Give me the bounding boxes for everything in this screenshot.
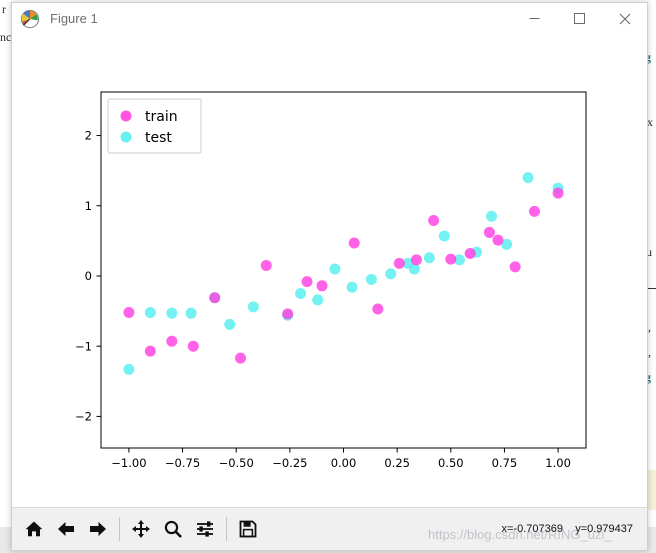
coordinate-readout: x=-0.707369 y=0.979437 — [501, 523, 634, 535]
data-point — [144, 345, 156, 357]
x-tick-label: 0.25 — [384, 456, 410, 470]
toolbar-separator — [226, 517, 227, 541]
data-point — [552, 187, 564, 199]
data-point — [123, 306, 135, 318]
data-point — [295, 288, 307, 300]
y-tick-label: −2 — [75, 410, 92, 424]
data-point — [187, 340, 199, 352]
data-point — [408, 263, 420, 275]
subplots-button[interactable] — [190, 514, 220, 544]
data-point — [209, 292, 221, 304]
x-tick-label: 1.00 — [545, 456, 571, 470]
data-point — [166, 335, 178, 347]
save-button[interactable] — [233, 514, 263, 544]
data-point — [423, 252, 435, 264]
window-title: Figure 1 — [50, 11, 98, 26]
data-point — [428, 215, 440, 226]
pan-button[interactable] — [126, 514, 156, 544]
data-point — [224, 318, 236, 330]
scatter-plot: −1.00 −0.75 −0.50 −0.25 0.00 0.25 0.50 0.75 1.00… — [12, 34, 647, 507]
x-tick-label: 0.75 — [492, 456, 518, 470]
window-controls — [512, 3, 647, 34]
data-point — [365, 273, 377, 285]
data-point — [346, 281, 358, 293]
data-point — [509, 261, 521, 273]
toolbar-separator — [119, 517, 120, 541]
y-tick-label: 2 — [85, 129, 92, 143]
x-tick-label: −0.50 — [219, 456, 254, 470]
data-point — [385, 268, 397, 280]
legend-marker-train — [120, 110, 132, 122]
data-point — [312, 294, 324, 306]
window-titlebar[interactable]: Figure 1 — [12, 3, 647, 34]
data-point — [282, 308, 294, 320]
minimize-button[interactable] — [512, 3, 557, 34]
x-tick-label: −1.00 — [111, 456, 146, 470]
data-point — [348, 237, 360, 249]
data-point — [166, 307, 178, 319]
data-point — [522, 172, 534, 184]
background-text-fragment: , — [648, 320, 651, 334]
background-text-fragment: nc — [0, 30, 12, 44]
home-button[interactable] — [19, 514, 49, 544]
y-tick-label: −1 — [75, 339, 92, 353]
maximize-button[interactable] — [557, 3, 602, 34]
legend-marker-test — [120, 131, 132, 143]
legend-label-train: train — [145, 109, 178, 125]
y-tick-label: 0 — [85, 269, 92, 283]
zoom-button[interactable] — [158, 514, 188, 544]
data-point — [410, 254, 422, 266]
data-point — [301, 276, 313, 288]
x-tick-label: −0.25 — [272, 456, 307, 470]
back-button[interactable] — [51, 514, 81, 544]
data-point — [529, 205, 540, 217]
data-point — [393, 257, 405, 269]
background-text-fragment: r — [2, 2, 6, 16]
x-tick-label: 0.50 — [438, 456, 464, 470]
background-text-fragment: , — [648, 345, 651, 359]
legend: train test — [107, 98, 202, 154]
screen: r nc g x u,, g Figure 1 −1.00 −0.75 −0.5… — [0, 0, 656, 553]
close-button[interactable] — [602, 3, 647, 34]
data-point — [464, 248, 476, 259]
y-tick-label: 1 — [85, 199, 92, 213]
x-tick-label: −0.75 — [165, 456, 200, 470]
data-point — [445, 253, 457, 265]
navigation-toolbar: x=-0.707369 y=0.979437 — [12, 507, 647, 550]
data-point — [486, 210, 498, 222]
data-point — [144, 306, 156, 318]
data-point — [438, 230, 450, 242]
x-tick-label: 0.00 — [331, 456, 357, 470]
data-point — [329, 263, 341, 275]
data-point — [247, 301, 259, 313]
data-point — [260, 259, 272, 271]
data-point — [234, 352, 246, 364]
data-point — [185, 307, 197, 319]
figure-window: Figure 1 −1.00 −0.75 −0.50 −0.25 0.00 0.25 0.5… — [11, 2, 648, 551]
data-point — [492, 234, 504, 246]
data-point — [483, 226, 495, 238]
data-point — [316, 280, 328, 292]
data-point — [123, 363, 135, 375]
legend-label-test: test — [145, 130, 172, 146]
data-point — [372, 303, 384, 315]
forward-button[interactable] — [83, 514, 113, 544]
figure-canvas[interactable]: −1.00 −0.75 −0.50 −0.25 0.00 0.25 0.50 0.75 1.00… — [12, 34, 647, 507]
matplotlib-icon — [20, 9, 40, 29]
